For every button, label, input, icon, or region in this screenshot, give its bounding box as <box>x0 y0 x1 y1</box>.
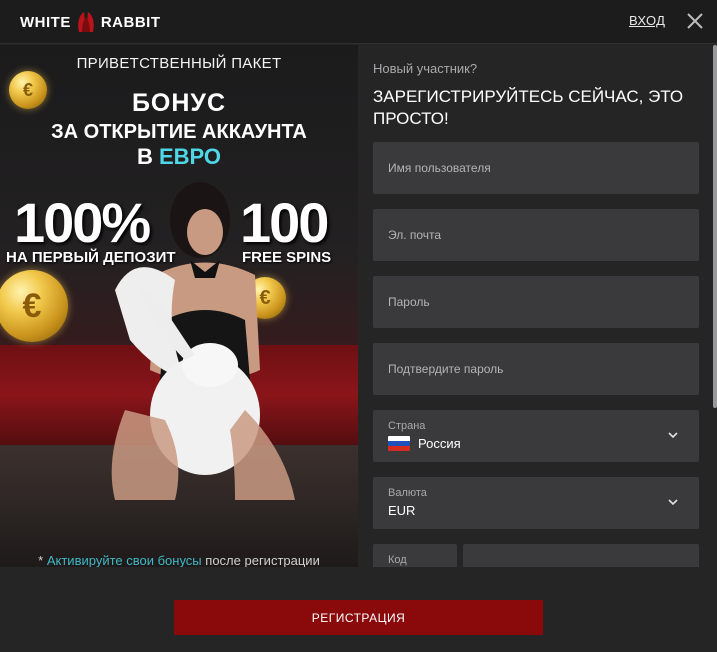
username-input[interactable] <box>373 142 699 194</box>
form-scrollbar[interactable] <box>713 45 717 408</box>
username-field[interactable] <box>373 142 699 194</box>
promo-percent-caption: НА ПЕРВЫЙ ДЕПОЗИТ <box>6 249 176 266</box>
promo-currency-name: ЕВРО <box>158 144 222 169</box>
promo-percent: 100% <box>14 191 151 254</box>
activate-bonus-link[interactable]: Активируйте свои бонусы <box>47 553 202 567</box>
chevron-down-icon[interactable] <box>667 429 679 441</box>
close-icon[interactable] <box>684 10 706 32</box>
country-select[interactable]: Страна Россия <box>373 410 699 462</box>
email-input[interactable] <box>373 209 699 261</box>
login-link[interactable]: ВХОД <box>629 13 665 28</box>
promo-banner: € € € ПРИВЕТСТВЕННЫЙ ПАКЕТ БОНУС ЗА ОТКР… <box>0 45 358 567</box>
phone-input[interactable] <box>463 544 699 567</box>
country-value-wrap: Россия <box>388 436 461 451</box>
rabbit-logo-icon <box>78 12 94 32</box>
registration-form: Новый участник? ЗАРЕГИСТРИРУЙТЕСЬ СЕЙЧАС… <box>358 45 713 567</box>
promo-spins-count: 100 <box>240 191 329 254</box>
currency-label: Валюта <box>388 487 427 499</box>
footnote-asterisk: * <box>38 553 44 567</box>
phone-code-select[interactable]: Код <box>373 544 457 567</box>
footnote-text: после регистрации <box>205 553 320 567</box>
password-input[interactable] <box>373 276 699 328</box>
promo-bonus-heading: БОНУС <box>131 89 227 117</box>
country-label: Страна <box>388 420 426 432</box>
flag-russia-icon <box>388 436 410 451</box>
registration-modal: WHITE RABBIT ВХОД € € € ПРИВЕТСТВЕННЫЙ П… <box>0 0 717 652</box>
chevron-down-icon[interactable] <box>667 496 679 508</box>
confirm-password-field[interactable] <box>373 343 699 395</box>
modal-footer: РЕГИСТРАЦИЯ <box>0 567 717 652</box>
promo-title: ПРИВЕТСТВЕННЫЙ ПАКЕТ <box>76 55 282 72</box>
form-heading: ЗАРЕГИСТРИРУЙТЕСЬ СЕЙЧАС, ЭТО ПРОСТО! <box>373 87 684 128</box>
register-button[interactable]: РЕГИСТРАЦИЯ <box>174 600 543 635</box>
coin-icon: € <box>0 270 68 342</box>
logo-text-white: WHITE <box>20 13 71 31</box>
email-field[interactable] <box>373 209 699 261</box>
coin-symbol: € <box>22 286 42 325</box>
promo-spins-caption: FREE SPINS <box>242 249 332 266</box>
promo-footnote: * Активируйте свои бонусы после регистра… <box>0 553 358 567</box>
promo-currency-prefix: В <box>136 144 153 169</box>
confirm-password-input[interactable] <box>373 343 699 395</box>
code-label: Код <box>388 554 407 566</box>
modal-header: WHITE RABBIT ВХОД <box>0 0 717 44</box>
form-subtitle: Новый участник? <box>373 61 478 76</box>
currency-value: EUR <box>388 503 416 518</box>
promo-currency-line: В ЕВРО <box>0 144 358 170</box>
promo-account-line: ЗА ОТКРЫТИЕ АККАУНТА <box>51 121 307 143</box>
logo: WHITE RABBIT <box>20 11 161 33</box>
currency-select[interactable]: Валюта EUR <box>373 477 699 529</box>
password-field[interactable] <box>373 276 699 328</box>
country-value: Россия <box>418 436 461 451</box>
logo-text-rabbit: RABBIT <box>100 13 161 31</box>
